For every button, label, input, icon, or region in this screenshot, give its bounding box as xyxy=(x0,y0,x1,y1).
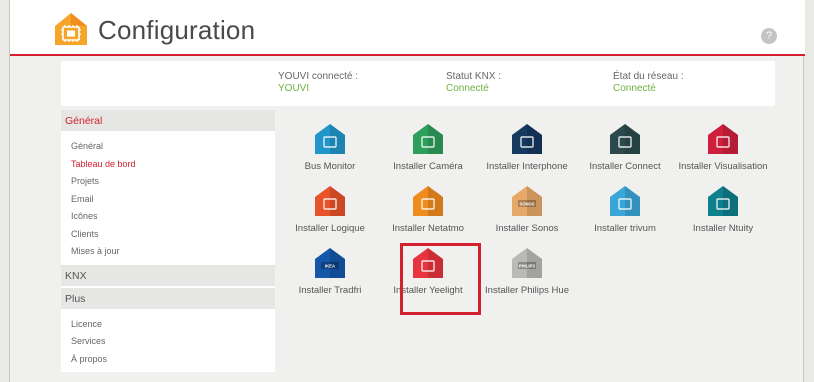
trivum-icon xyxy=(610,186,640,216)
page-title: Configuration xyxy=(98,15,256,45)
sidebar-section-general[interactable]: Général xyxy=(61,110,275,133)
app-tile-ntuity[interactable]: Installer Ntuity xyxy=(674,172,772,234)
app-tile-label: Installer Visualisation xyxy=(678,161,768,172)
app-tile-label: Installer Tradfri xyxy=(298,285,362,296)
sidebar-item-dashboard[interactable]: Tableau de bord xyxy=(61,156,275,174)
network-status-value: Connecté xyxy=(613,83,656,94)
app-tile-connect[interactable]: Installer Connect xyxy=(576,110,674,172)
tradfri-icon: IKEA xyxy=(315,248,345,278)
sidebar-general-list: Général Tableau de bord Projets Email Ic… xyxy=(61,133,275,265)
app-window: Configuration ? YOUVI connecté : YOUVI S… xyxy=(9,0,805,382)
app-tile-label: Installer Logique xyxy=(295,223,365,234)
sidebar-section-knx[interactable]: KNX xyxy=(61,264,275,288)
apps-grid: Bus Monitor Installer Caméra Installer Int… xyxy=(281,110,775,382)
status-bar: YOUVI connecté : YOUVI Statut KNX : Conn… xyxy=(61,61,775,106)
sidebar-item-updates[interactable]: Mises à jour xyxy=(61,243,275,261)
sonos-icon: SONOS xyxy=(512,186,542,216)
logic-icon xyxy=(315,186,345,216)
youvi-status-label: YOUVI connecté : xyxy=(278,71,359,82)
app-tile-tradfri[interactable]: IKEA Installer Tradfri xyxy=(281,234,379,296)
youvi-status-value: YOUVI xyxy=(278,83,310,94)
app-tile-label: Installer Connect xyxy=(589,161,661,172)
sidebar-item-general[interactable]: Général xyxy=(61,138,275,156)
network-status: État du réseau : Connecté xyxy=(613,71,684,95)
visualisation-icon xyxy=(708,124,738,154)
netatmo-icon xyxy=(413,186,443,216)
app-tile-trivum[interactable]: Installer trivum xyxy=(576,172,674,234)
youvi-status: YOUVI connecté : YOUVI xyxy=(278,71,358,95)
selected-tile-highlight xyxy=(400,243,481,315)
connect-icon xyxy=(610,124,640,154)
camera-icon xyxy=(413,124,443,154)
sidebar: Général Général Tableau de bord Projets … xyxy=(61,110,275,382)
house-chip-logo-icon xyxy=(55,13,87,45)
sidebar-item-about[interactable]: À propos xyxy=(61,351,275,369)
app-tile-logic[interactable]: Installer Logique xyxy=(281,172,379,234)
app-tile-philips-hue[interactable]: PHILIPS Installer Philips Hue xyxy=(478,234,576,296)
philips-hue-icon: PHILIPS xyxy=(512,248,542,278)
network-status-label: État du réseau : xyxy=(613,71,684,82)
sidebar-plus-list: Licence Services À propos xyxy=(61,310,275,372)
intercom-icon xyxy=(512,124,542,154)
sidebar-item-projects[interactable]: Projets xyxy=(61,173,275,191)
app-tile-label: Installer Netatmo xyxy=(392,223,464,234)
app-tile-label: Installer Philips Hue xyxy=(485,285,569,296)
app-tile-sonos[interactable]: SONOS Installer Sonos xyxy=(478,172,576,234)
sidebar-item-services[interactable]: Services xyxy=(61,333,275,351)
sidebar-item-icons[interactable]: Icônes xyxy=(61,208,275,226)
app-tile-visualisation[interactable]: Installer Visualisation xyxy=(674,110,772,172)
knx-status-value: Connecté xyxy=(446,83,489,94)
app-tile-label: Bus Monitor xyxy=(304,161,356,172)
svg-text:PHILIPS: PHILIPS xyxy=(519,264,535,269)
app-tile-label: Installer Interphone xyxy=(486,161,568,172)
app-tile-netatmo[interactable]: Installer Netatmo xyxy=(379,172,477,234)
app-tile-label: Installer Ntuity xyxy=(692,223,754,234)
svg-text:IKEA: IKEA xyxy=(325,264,335,269)
app-tile-label: Installer trivum xyxy=(594,223,656,234)
app-tile-bus-monitor[interactable]: Bus Monitor xyxy=(281,110,379,172)
svg-text:SONOS: SONOS xyxy=(519,202,534,207)
sidebar-item-clients[interactable]: Clients xyxy=(61,226,275,244)
app-tile-camera[interactable]: Installer Caméra xyxy=(379,110,477,172)
ntuity-icon xyxy=(708,186,738,216)
help-button[interactable]: ? xyxy=(761,28,777,44)
knx-status: Statut KNX : Connecté xyxy=(446,71,501,95)
app-tile-label: Installer Sonos xyxy=(495,223,559,234)
knx-status-label: Statut KNX : xyxy=(446,71,502,82)
sidebar-item-licence[interactable]: Licence xyxy=(61,316,275,334)
sidebar-section-plus[interactable]: Plus xyxy=(61,287,275,311)
app-tile-intercom[interactable]: Installer Interphone xyxy=(478,110,576,172)
bus-monitor-icon xyxy=(315,124,345,154)
app-tile-label: Installer Caméra xyxy=(393,161,463,172)
header: Configuration ? xyxy=(10,0,805,56)
sidebar-item-email[interactable]: Email xyxy=(61,191,275,209)
